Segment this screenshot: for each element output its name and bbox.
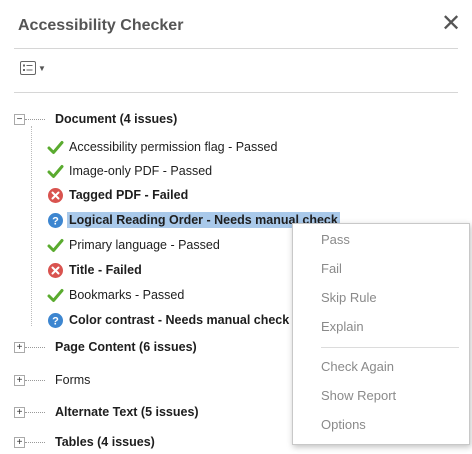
check-item-tagged-pdf[interactable]: Tagged PDF - Failed (47, 185, 188, 205)
expand-icon[interactable]: + (14, 437, 25, 448)
check-passed-icon (47, 140, 64, 154)
list-options-icon (20, 61, 36, 75)
check-item-label: Bookmarks - Passed (69, 288, 185, 302)
menu-separator (321, 347, 459, 348)
menu-item-check-again[interactable]: Check Again (321, 359, 394, 374)
tree-connector (25, 380, 45, 381)
check-item-color-contrast[interactable]: ? Color contrast - Needs manual check (47, 310, 289, 330)
check-manual-icon: ? (48, 312, 63, 328)
check-item-label: Image-only PDF - Passed (69, 164, 213, 178)
tree-node-alternate-text[interactable]: Alternate Text (5 issues) (55, 405, 199, 419)
check-passed-icon (47, 164, 64, 178)
tree-node-tables[interactable]: Tables (4 issues) (55, 435, 155, 449)
tree-node-page-content[interactable]: Page Content (6 issues) (55, 340, 197, 354)
check-item-permission-flag[interactable]: Accessibility permission flag - Passed (47, 137, 277, 157)
tree-node-document[interactable]: Document (4 issues) (55, 112, 177, 126)
toolbar-divider (14, 92, 458, 93)
check-item-label: Primary language - Passed (69, 238, 220, 252)
check-item-title[interactable]: Title - Failed (47, 260, 142, 280)
menu-item-fail[interactable]: Fail (321, 261, 342, 276)
title-divider (14, 48, 458, 49)
tree-guide-line (31, 126, 32, 326)
tree-node-forms[interactable]: Forms (55, 373, 90, 387)
tree-connector (25, 119, 45, 120)
check-item-label: Title - Failed (69, 263, 142, 277)
check-item-label: Tagged PDF - Failed (69, 188, 189, 202)
tree-connector (25, 412, 45, 413)
options-menu-button[interactable]: ▼ (20, 58, 54, 78)
menu-item-explain[interactable]: Explain (321, 319, 364, 334)
check-passed-icon (47, 288, 64, 302)
svg-text:?: ? (52, 315, 59, 327)
tree-connector (25, 442, 45, 443)
svg-text:?: ? (52, 215, 59, 227)
menu-item-show-report[interactable]: Show Report (321, 388, 396, 403)
check-manual-icon: ? (48, 212, 63, 228)
check-item-label: Color contrast - Needs manual check (69, 313, 290, 327)
menu-item-pass[interactable]: Pass (321, 232, 350, 247)
panel-title: Accessibility Checker (18, 17, 184, 34)
collapse-icon[interactable]: − (14, 114, 25, 125)
chevron-down-icon: ▼ (38, 63, 46, 73)
check-item-label: Accessibility permission flag - Passed (69, 140, 278, 154)
menu-item-skip-rule[interactable]: Skip Rule (321, 290, 377, 305)
context-menu: Pass Fail Skip Rule Explain Check Again … (292, 223, 470, 445)
check-item-primary-language[interactable]: Primary language - Passed (47, 235, 220, 255)
check-item-image-only-pdf[interactable]: Image-only PDF - Passed (47, 161, 212, 181)
menu-item-options[interactable]: Options (321, 417, 366, 432)
check-failed-icon (48, 262, 63, 278)
check-failed-icon (48, 187, 63, 203)
check-item-bookmarks[interactable]: Bookmarks - Passed (47, 285, 184, 305)
expand-icon[interactable]: + (14, 375, 25, 386)
close-icon[interactable]: ✕ (441, 12, 461, 36)
tree-connector (25, 347, 45, 348)
expand-icon[interactable]: + (14, 342, 25, 353)
check-passed-icon (47, 238, 64, 252)
expand-icon[interactable]: + (14, 407, 25, 418)
